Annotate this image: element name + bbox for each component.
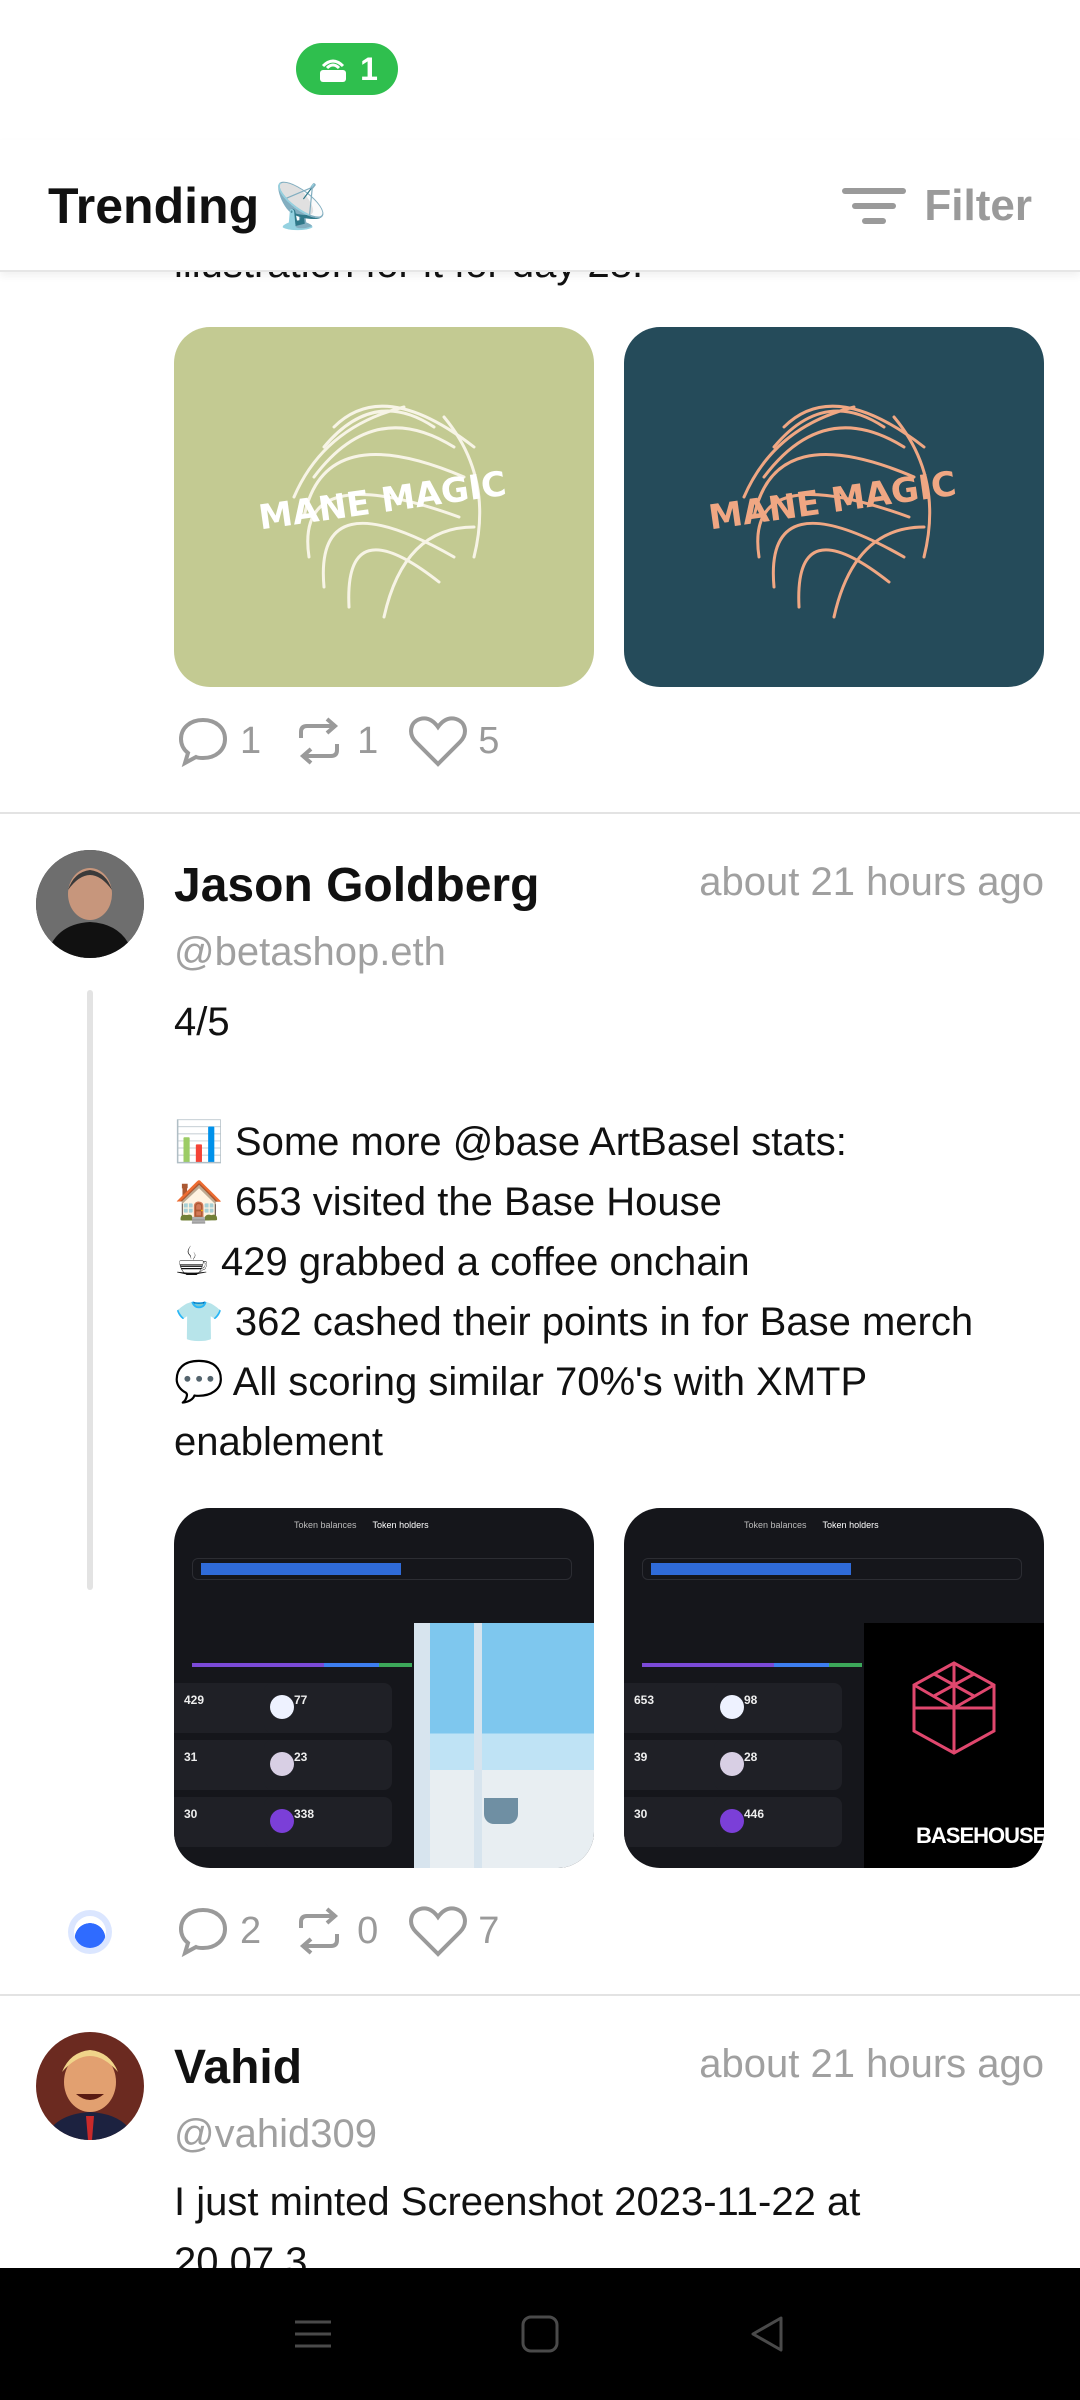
post-image[interactable]: MANE MAGIC [174, 327, 594, 687]
recast-icon [299, 1907, 340, 1955]
tab-token-holders: Token holders [372, 1520, 429, 1530]
hotspot-icon [320, 59, 347, 82]
progress-bar [192, 1663, 412, 1667]
page-title-text: Trending [48, 178, 260, 234]
basehouse-logo: BASEHOUSE [864, 1623, 1044, 1868]
menu-button[interactable] [273, 2294, 353, 2374]
post-line: enablement [174, 1420, 384, 1464]
feed-header: Trending 📡 Filter [0, 140, 1080, 272]
post-timestamp: about 21 hours ago [699, 2042, 1044, 2086]
hotspot-indicator[interactable]: 1 [296, 43, 398, 95]
stat-cell: 77 [264, 1683, 392, 1733]
author-name[interactable]: Jason Goldberg [174, 858, 539, 913]
post-line: 💬 All scoring similar 70%'s with XMTP [174, 1360, 868, 1404]
reply-count: 1 [240, 719, 262, 762]
stat-cell: 23 [264, 1740, 392, 1790]
avatar[interactable] [36, 850, 144, 958]
post-line: 👕 362 cashed their points in for Base me… [174, 1300, 974, 1344]
heart-icon [409, 1906, 468, 1957]
stat-cell: 98 [714, 1683, 842, 1733]
stat-cell: 446 [714, 1797, 842, 1847]
filter-icon [842, 188, 907, 224]
loading-spinner [68, 1910, 112, 1954]
home-icon [521, 2315, 559, 2353]
recast-count: 0 [357, 1909, 379, 1952]
recast-count: 1 [357, 719, 379, 762]
screenshot-content: Token balances Token holders 653 98 39 2… [624, 1508, 1044, 1868]
avatar-portrait [36, 2032, 144, 2140]
avatar[interactable] [36, 2032, 144, 2140]
post-divider [0, 1994, 1080, 1996]
author-name[interactable]: Vahid [174, 2040, 302, 2095]
menu-icon [295, 2320, 332, 2348]
system-nav-bar [0, 2268, 1080, 2400]
reply-count: 2 [240, 1909, 262, 1952]
screenshot-tabs: Token balances Token holders [744, 1520, 879, 1530]
heart-icon [409, 716, 468, 767]
address-field [192, 1558, 572, 1580]
page-title: Trending 📡 [48, 158, 328, 254]
tab-token-balances: Token balances [744, 1520, 807, 1530]
post-body: 4/5 📊 Some more @base ArtBasel stats: 🏠 … [174, 992, 1054, 1472]
recast-icon [299, 717, 340, 765]
post-line: ☕ 429 grabbed a coffee onchain [174, 1240, 750, 1284]
satellite-emoji-icon: 📡 [273, 182, 328, 231]
hotspot-count: 1 [360, 50, 378, 87]
post-divider [0, 812, 1080, 814]
avatar-portrait [36, 850, 144, 958]
post-line: 4/5 [174, 1000, 230, 1044]
reply-button[interactable]: 1 [176, 714, 261, 768]
screenshot-tabs: Token balances Token holders [294, 1520, 429, 1530]
comment-icon [178, 1907, 228, 1958]
back-icon [751, 2316, 783, 2352]
author-handle[interactable]: @betashop.eth [174, 930, 446, 975]
post-timestamp: about 21 hours ago [699, 860, 1044, 904]
mane-magic-artwork: MANE MAGIC [256, 404, 509, 619]
tab-token-holders: Token holders [822, 1520, 879, 1530]
filter-button[interactable]: Filter [840, 164, 1032, 248]
beach-window-illustration [414, 1623, 594, 1868]
like-count: 5 [478, 719, 500, 762]
like-count: 7 [478, 1909, 500, 1952]
post-actions: 1 1 5 [176, 714, 529, 768]
like-button[interactable]: 5 [408, 714, 499, 768]
home-button[interactable] [500, 2294, 580, 2374]
post-image[interactable]: Token balances Token holders 429 77 31 2… [174, 1508, 594, 1868]
filter-label: Filter [924, 181, 1032, 230]
screenshot-content: Token balances Token holders 429 77 31 2… [174, 1508, 594, 1868]
comment-icon [178, 717, 228, 768]
post-image[interactable]: Token balances Token holders 653 98 39 2… [624, 1508, 1044, 1868]
post-image[interactable]: MANE MAGIC [624, 327, 1044, 687]
basehouse-text: BASEHOUSE [916, 1823, 1044, 1848]
stat-cell: 28 [714, 1740, 842, 1790]
post-actions: 2 0 7 [176, 1904, 529, 1958]
recast-button[interactable]: 1 [291, 714, 378, 768]
like-button[interactable]: 7 [408, 1904, 499, 1958]
post-line: 📊 Some more @base ArtBasel stats: [174, 1120, 847, 1164]
back-button[interactable] [727, 2294, 807, 2374]
thread-line [87, 990, 93, 1590]
post-text: illustration for it for day 28. [174, 272, 643, 287]
feed-list[interactable]: illustration for it for day 28. MANE MAG… [0, 272, 1080, 2268]
stat-cell: 338 [264, 1797, 392, 1847]
reply-button[interactable]: 2 [176, 1904, 261, 1958]
tab-token-balances: Token balances [294, 1520, 357, 1530]
recast-button[interactable]: 0 [291, 1904, 378, 1958]
cube-grid-icon [912, 1661, 996, 1755]
post-line: I just minted Screenshot 2023-11-22 at [174, 2180, 861, 2224]
mane-magic-artwork: MANE MAGIC [706, 404, 959, 619]
post-body: I just minted Screenshot 2023-11-22 at 2… [174, 2172, 1054, 2268]
post-line: 🏠 653 visited the Base House [174, 1180, 722, 1224]
address-field [642, 1558, 1022, 1580]
progress-bar [642, 1663, 862, 1667]
post-line [174, 1052, 1054, 1112]
author-handle[interactable]: @vahid309 [174, 2112, 377, 2157]
status-bar: 1 [0, 0, 1080, 140]
post-line: 20.07.3 [174, 2240, 308, 2268]
